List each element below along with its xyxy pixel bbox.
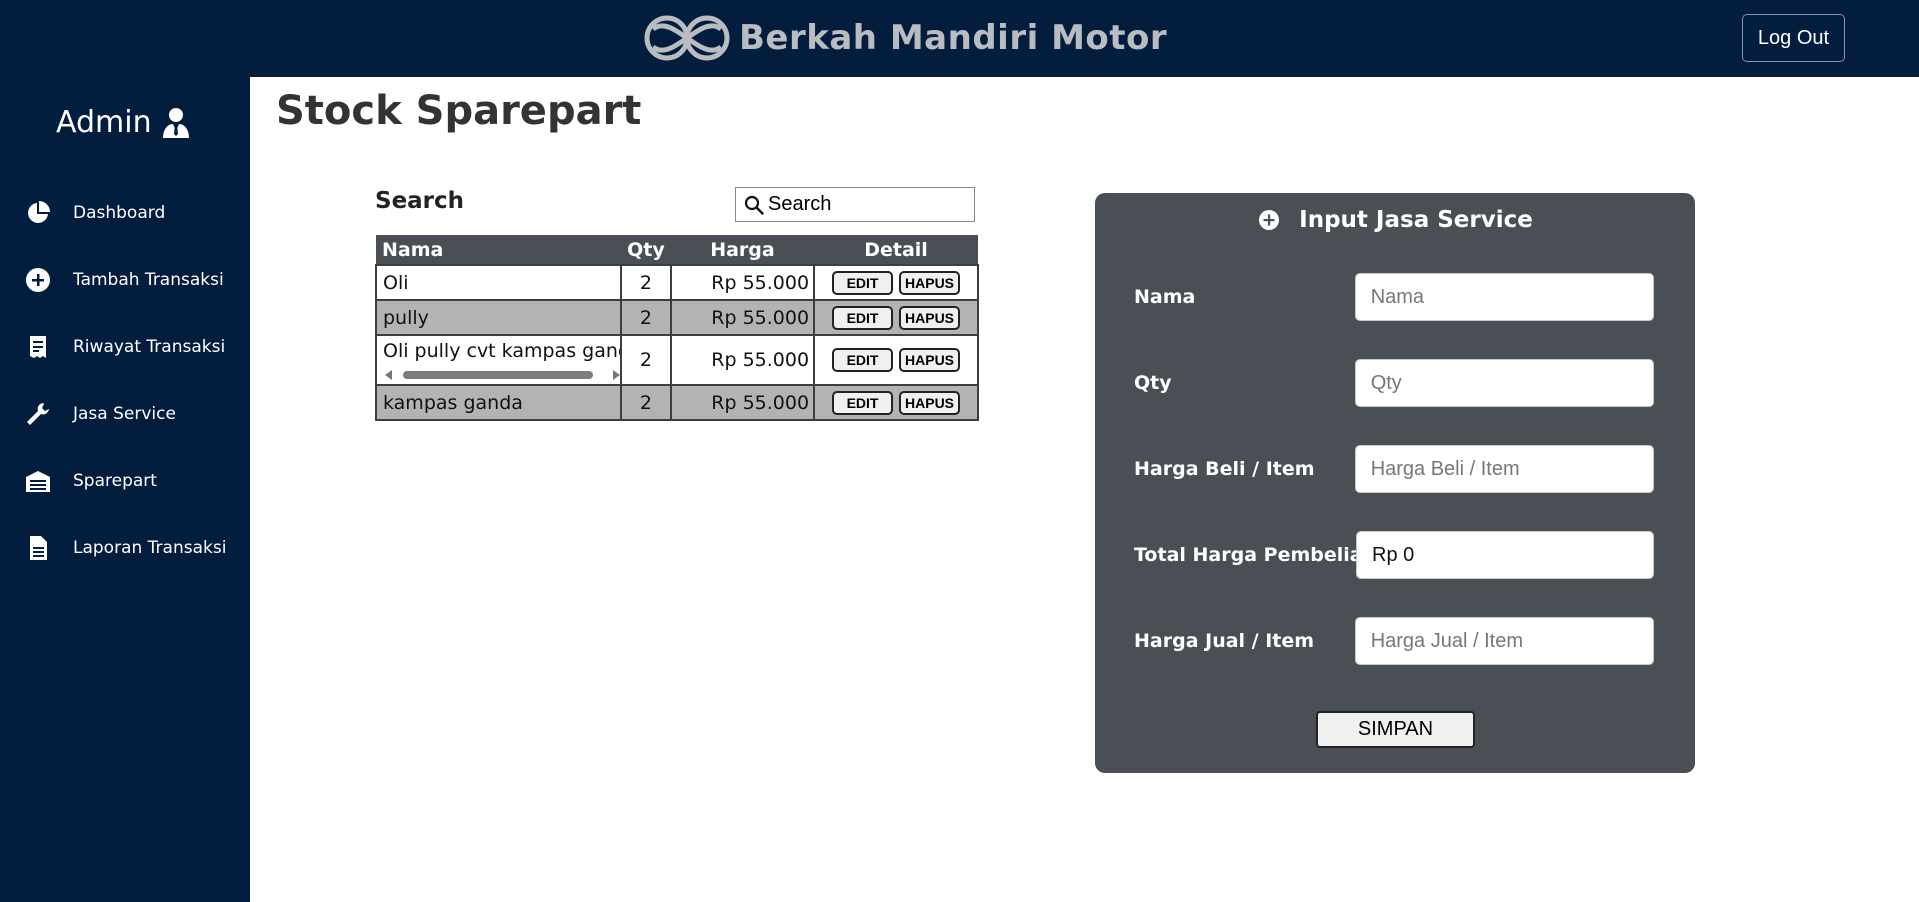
cell-nama: pully [375,299,622,336]
cell-detail: EDIT HAPUS [813,384,979,421]
qty-field[interactable] [1354,359,1654,407]
sidebar-item-riwayat-transaksi[interactable]: Riwayat Transaksi [0,313,250,380]
table-row: Oli pully cvt kampas ganda 2 Rp 55.000 E… [375,334,979,386]
cell-nama: Oli pully cvt kampas ganda [375,334,622,386]
table-row: Oli 2 Rp 55.000 EDIT HAPUS [375,264,979,301]
hapus-button[interactable]: HAPUS [899,390,961,415]
cell-nama: Oli [375,264,622,301]
cell-detail: EDIT HAPUS [813,264,979,301]
panel-title: Input Jasa Service [1299,207,1533,233]
simpan-button[interactable]: SIMPAN [1316,711,1475,748]
panel-header: Input Jasa Service [1095,207,1695,233]
sidebar-item-label: Riwayat Transaksi [73,336,226,357]
sidebar-item-label: Laporan Transaksi [73,537,227,558]
cell-detail: EDIT HAPUS [813,334,979,386]
table-row: pully 2 Rp 55.000 EDIT HAPUS [375,299,979,336]
column-header-qty: Qty [621,235,671,265]
edit-button[interactable]: EDIT [832,305,894,330]
cell-qty: 2 [620,334,672,386]
sidebar-item-sparepart[interactable]: Sparepart [0,447,250,514]
cell-qty: 2 [620,384,672,421]
sparepart-table: Nama Qty Harga Detail Oli 2 Rp 55.000 ED… [375,235,979,421]
edit-button[interactable]: EDIT [832,270,894,295]
infinity-logo-icon [644,15,730,61]
cell-nama-text: Oli pully cvt kampas ganda [383,340,621,362]
sidebar-item-tambah-transaksi[interactable]: Tambah Transaksi [0,246,250,313]
sidebar-item-laporan-transaksi[interactable]: Laporan Transaksi [0,514,250,581]
horizontal-scrollbar[interactable] [383,368,621,382]
harga-beli-label: Harga Beli / Item [1134,458,1315,480]
edit-button[interactable]: EDIT [832,348,894,372]
search-input[interactable] [768,193,968,216]
cell-harga: Rp 55.000 [669,384,816,421]
qty-label: Qty [1134,372,1172,394]
harga-jual-field[interactable] [1354,617,1654,665]
plus-circle-icon [25,267,51,293]
logout-button[interactable]: Log Out [1742,14,1845,62]
sidebar-item-label: Sparepart [73,470,157,491]
top-bar: Berkah Mandiri Motor Log Out [0,0,1919,77]
cell-nama: kampas ganda [375,384,622,421]
column-header-harga: Harga [670,235,815,265]
input-jasa-service-panel: Input Jasa Service Nama Qty Harga Beli /… [1095,193,1695,773]
nama-label: Nama [1134,286,1196,308]
hapus-button[interactable]: HAPUS [899,270,961,295]
brand: Berkah Mandiri Motor [643,8,1167,68]
sidebar-item-label: Tambah Transaksi [73,269,224,290]
total-harga-label: Total Harga Pembelian [1134,544,1377,566]
cell-harga: Rp 55.000 [669,264,816,301]
search-box[interactable] [735,187,975,222]
sidebar-item-label: Jasa Service [73,403,176,424]
cell-harga: Rp 55.000 [669,299,816,336]
admin-profile: Admin [56,105,191,140]
cell-scroll-area: Oli pully cvt kampas ganda [383,338,621,382]
form-row-harga-beli: Harga Beli / Item [1134,445,1654,493]
hapus-button[interactable]: HAPUS [899,348,961,372]
search-label: Search [375,188,465,214]
total-harga-field[interactable] [1356,531,1654,579]
form-row-total-harga: Total Harga Pembelian [1134,531,1654,579]
harga-beli-field[interactable] [1354,445,1654,493]
document-icon [25,535,51,561]
search-icon [744,195,764,215]
sidebar-item-label: Dashboard [73,202,166,223]
table-header-row: Nama Qty Harga Detail [376,235,978,265]
scroll-right-arrow-icon[interactable] [613,370,620,380]
brand-name: Berkah Mandiri Motor [739,18,1168,58]
scroll-left-arrow-icon[interactable] [385,370,392,380]
form-row-nama: Nama [1134,273,1654,321]
scrollbar-thumb[interactable] [403,371,593,379]
form-row-harga-jual: Harga Jual / Item [1134,617,1654,665]
sidebar-item-jasa-service[interactable]: Jasa Service [0,380,250,447]
wrench-icon [25,401,51,427]
cell-qty: 2 [620,299,672,336]
user-tie-icon [162,107,189,138]
cell-harga: Rp 55.000 [669,334,816,386]
admin-label: Admin [56,105,152,140]
page-title: Stock Sparepart [276,88,642,134]
pie-chart-icon [25,200,51,226]
warehouse-icon [25,468,51,494]
harga-jual-label: Harga Jual / Item [1134,630,1315,652]
sidebar-nav: Dashboard Tambah Transaksi Riwayat Trans… [0,179,250,581]
hapus-button[interactable]: HAPUS [899,305,961,330]
cell-qty: 2 [620,264,672,301]
nama-field[interactable] [1354,273,1654,321]
sidebar: Admin Dashboard Tambah Transaksi Riwayat… [0,77,250,902]
plus-circle-icon [1259,210,1280,230]
form-row-qty: Qty [1134,359,1654,407]
receipt-icon [25,334,51,360]
column-header-nama: Nama [376,235,621,265]
cell-detail: EDIT HAPUS [813,299,979,336]
table-row: kampas ganda 2 Rp 55.000 EDIT HAPUS [375,384,979,421]
sidebar-item-dashboard[interactable]: Dashboard [0,179,250,246]
column-header-detail: Detail [814,235,978,265]
edit-button[interactable]: EDIT [832,390,894,415]
